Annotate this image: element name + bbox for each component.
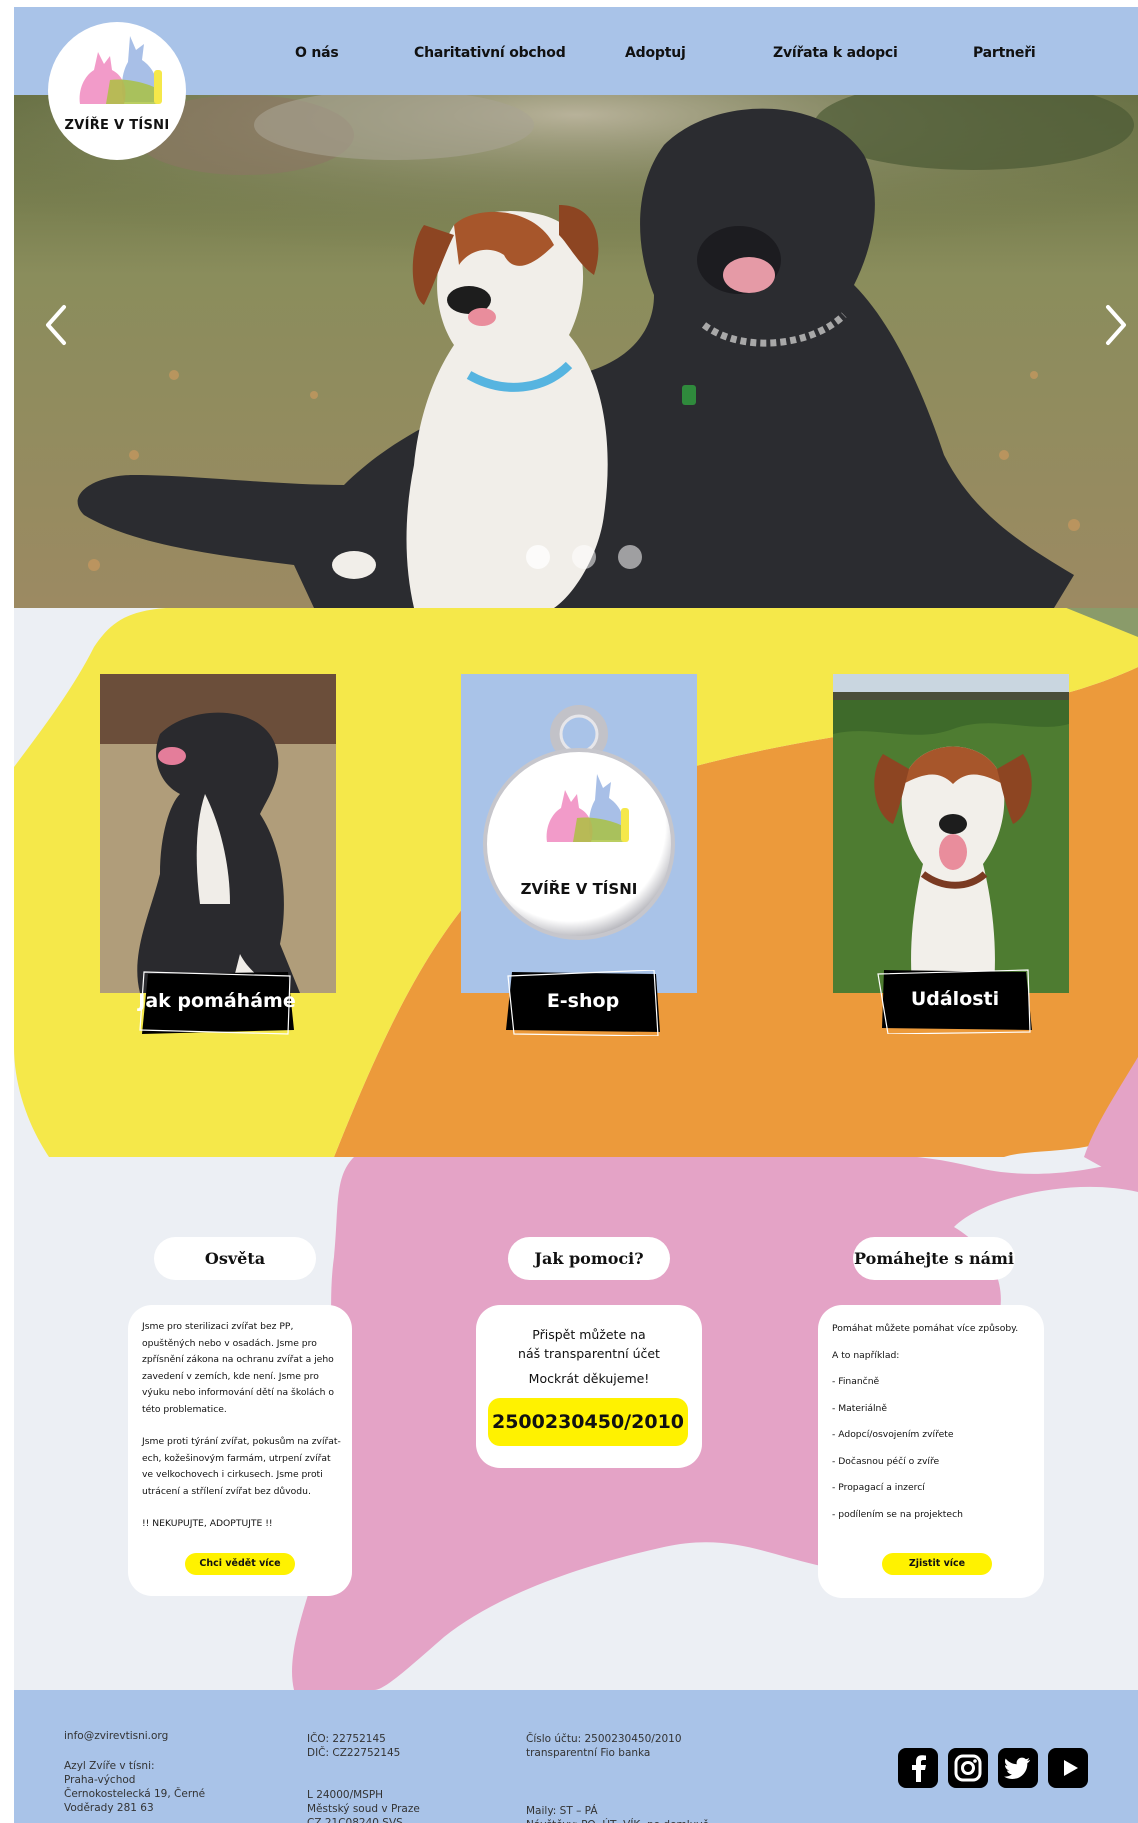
footer: info@zvirevtisni.org Azyl Zvíře v tísni:… <box>14 1690 1138 1823</box>
help-item: - Adopcí/osvojením zvířete <box>832 1429 954 1440</box>
help-item: - Dočasnou péčí o zvíře <box>832 1455 940 1467</box>
pomahejte-card: Pomáhat můžete pomáhat více způsoby. A t… <box>818 1305 1044 1598</box>
nav-charitativni-obchod[interactable]: Charitativní obchod <box>414 45 566 61</box>
slider-dot-2[interactable] <box>572 545 596 569</box>
instagram-icon[interactable] <box>948 1748 988 1788</box>
pomoci-thanks: Mockrát děkujeme! <box>528 1371 650 1386</box>
card-eshop-image[interactable]: ZVÍŘE V TÍSNI <box>461 674 697 993</box>
jak-pomoci-title: Jak pomoci? <box>508 1237 670 1280</box>
logo-text: ZVÍŘE V TÍSNI <box>64 118 170 133</box>
footer-register: L 24000/MSPH Městský soud v Praze CZ 21C… <box>307 1789 420 1823</box>
nav-zvirata-k-adopci[interactable]: Zvířata k adopci <box>773 45 898 61</box>
eshop-button[interactable]: E-shop <box>504 970 662 1036</box>
footer-address: Azyl Zvíře v tísni: Praha-východ Černoko… <box>64 1760 206 1814</box>
help-item: - Propagací a inzercí <box>832 1482 925 1493</box>
udalosti-button[interactable]: Události <box>876 968 1034 1034</box>
jak-pomoci-card: Přispět můžete na náš transparentní účet… <box>476 1305 702 1468</box>
jak-pomahame-button[interactable]: Jak pomáháme <box>138 970 296 1036</box>
youtube-icon[interactable] <box>1048 1748 1088 1788</box>
pomahejte-title: Pomáhejte s námi <box>853 1237 1015 1280</box>
footer-email-link[interactable]: info@zvirevtisni.org <box>64 1730 168 1742</box>
osveta-paragraph-2: Jsme proti týrání zvířat, pokusům na zví… <box>142 1436 341 1497</box>
nav-o-nas[interactable]: O nás <box>295 45 339 61</box>
slider-dot-1[interactable] <box>526 545 550 569</box>
eshop-tag-text: ZVÍŘE V TÍSNI <box>520 880 638 898</box>
next-slide-arrow-icon[interactable] <box>1096 295 1136 355</box>
card-jak-pomahame-image[interactable] <box>100 674 336 993</box>
hero-slider <box>14 95 1138 608</box>
pomahejte-intro: Pomáhat můžete pomáhat více způsoby. <box>832 1323 1019 1334</box>
bank-account-number: 2500230450/2010 <box>488 1398 688 1446</box>
twitter-icon[interactable] <box>998 1748 1038 1788</box>
chci-vedet-vice-button[interactable]: Chci vědět více <box>185 1553 295 1575</box>
nav-partneri[interactable]: Partneři <box>973 45 1036 61</box>
facebook-icon[interactable] <box>898 1748 938 1788</box>
slider-dot-3[interactable] <box>618 545 642 569</box>
prev-slide-arrow-icon[interactable] <box>36 295 76 355</box>
card-udalosti-image[interactable] <box>833 674 1069 993</box>
help-item: - podílením se na projektech <box>832 1508 963 1520</box>
footer-ids: IČO: 22752145 DIČ: CZ22752145 <box>307 1733 401 1759</box>
footer-hours: Maily: ST – PÁ Návštěvy: PO, ÚT, VÍK. po… <box>526 1805 709 1823</box>
logo-animals-icon <box>79 36 162 104</box>
page: O nás Charitativní obchod Adoptuj Zvířat… <box>14 7 1138 1823</box>
eshop-tag-icon <box>483 705 675 940</box>
zjistit-vice-button[interactable]: Zjistit více <box>882 1553 992 1575</box>
pomoci-line-2: náš transparentní účet <box>518 1346 660 1361</box>
pomoci-line-1: Přispět můžete na <box>532 1327 646 1342</box>
help-item: - Finančně <box>832 1376 880 1387</box>
osveta-title: Osvěta <box>154 1237 316 1280</box>
help-item: - Materiálně <box>832 1402 888 1414</box>
osveta-paragraph-1: Jsme pro sterilizaci zvířat bez PP, opuš… <box>142 1321 335 1415</box>
osveta-card: Jsme pro sterilizaci zvířat bez PP, opuš… <box>128 1305 352 1596</box>
osveta-paragraph-3: !! NEKUPUJTE, ADOPTUJTE !! <box>142 1518 273 1529</box>
pomahejte-lead: A to například: <box>832 1349 900 1361</box>
logo[interactable]: ZVÍŘE V TÍSNI <box>48 22 186 160</box>
hero-image <box>14 95 1138 608</box>
nav-adoptuj[interactable]: Adoptuj <box>625 45 686 61</box>
footer-account: Číslo účtu: 2500230450/2010 transparentn… <box>526 1733 682 1759</box>
